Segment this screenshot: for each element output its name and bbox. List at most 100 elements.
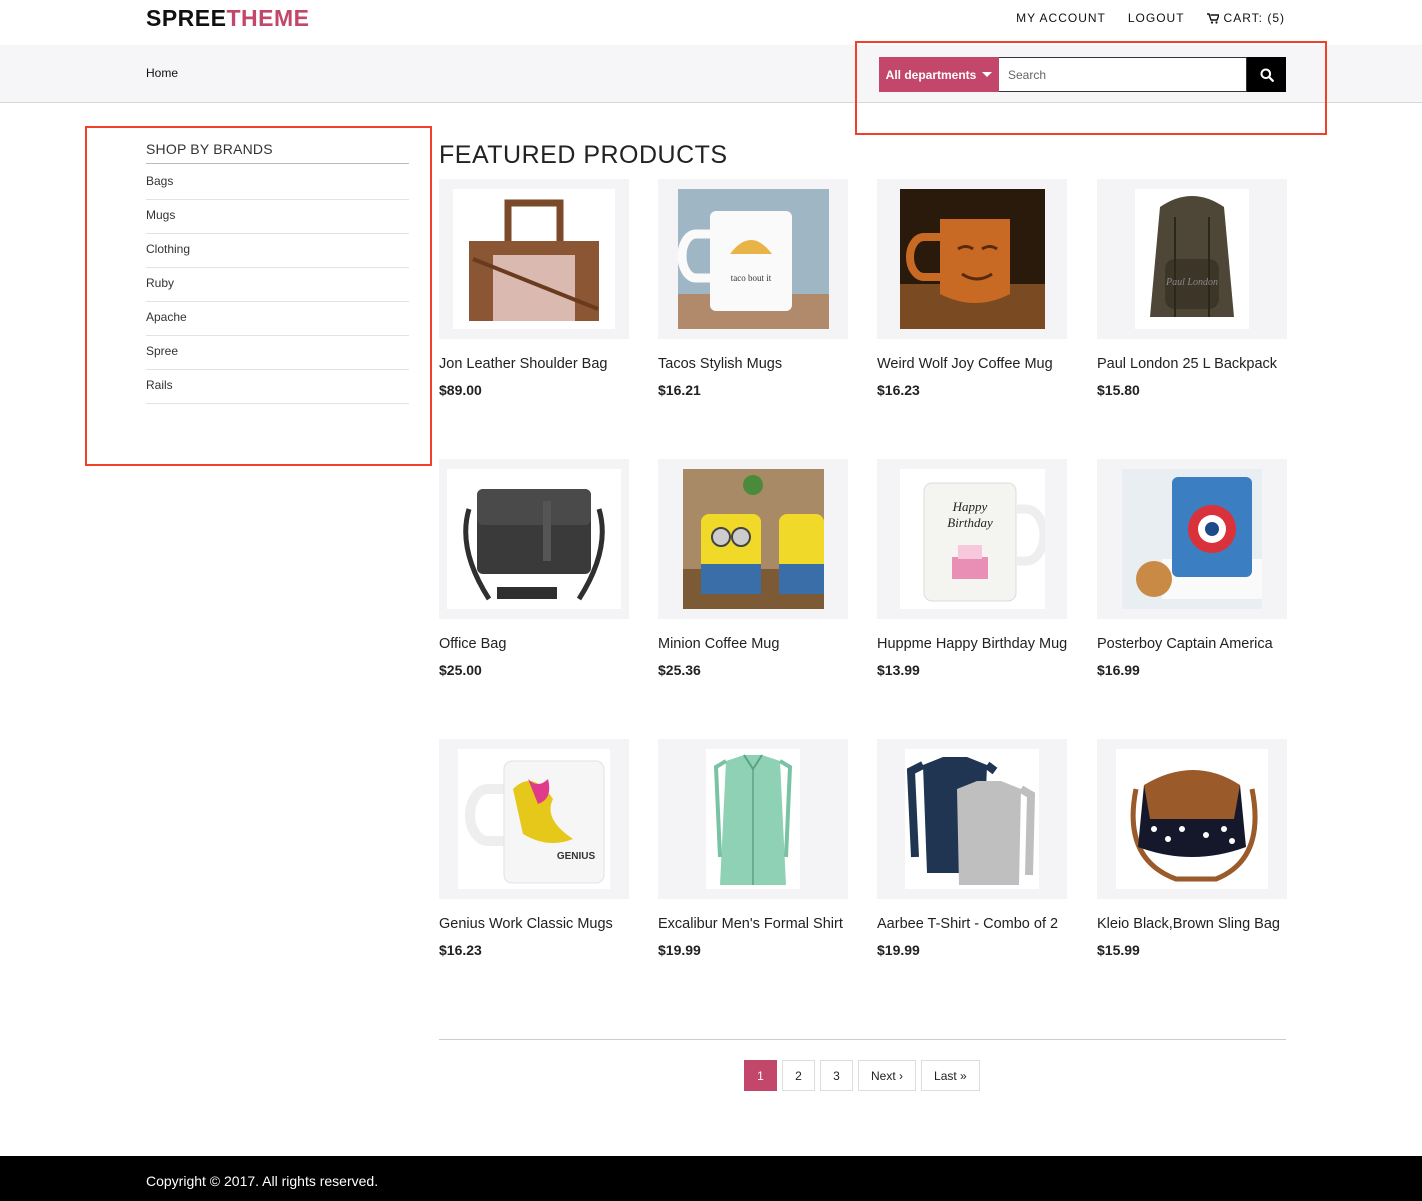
svg-text:Birthday: Birthday [947,515,993,530]
my-account-link[interactable]: MY ACCOUNT [1016,11,1106,25]
product-image[interactable] [1097,459,1287,619]
footer: Copyright © 2017. All rights reserved. [0,1156,1422,1201]
top-header: SPREETHEME MY ACCOUNT LOGOUT CART: (5) [0,0,1422,45]
product-name[interactable]: Posterboy Captain America [1097,636,1287,652]
product-image[interactable] [658,459,848,619]
messenger-bag-icon [447,469,621,609]
product-card[interactable]: Minion Coffee Mug $25.36 [658,459,848,678]
product-name[interactable]: Tacos Stylish Mugs [658,356,848,372]
product-image[interactable] [877,739,1067,899]
product-price: $25.36 [658,662,701,678]
department-dropdown[interactable]: All departments [879,57,999,92]
last-page-button[interactable]: Last » [921,1060,980,1091]
mug-icon [682,469,824,609]
svg-text:GENIUS: GENIUS [557,851,596,862]
logout-link[interactable]: LOGOUT [1128,11,1185,25]
product-card[interactable]: Jon Leather Shoulder Bag $89.00 [439,179,629,398]
brand-list: Bags Mugs Clothing Ruby Apache Spree Rai… [146,162,409,404]
mug-icon: GENIUS [458,749,610,889]
copyright-text: Copyright © 2017. All rights reserved. [146,1173,379,1189]
product-card[interactable]: Paul London Paul London 25 L Backpack $1… [1097,179,1287,398]
page-3-button[interactable]: 3 [820,1060,853,1091]
product-card[interactable]: Happy Birthday Huppme Happy Birthday Mug … [877,459,1067,678]
product-name[interactable]: Aarbee T-Shirt - Combo of 2 [877,916,1067,932]
cart-icon [1206,12,1219,24]
product-image[interactable]: Paul London [1097,179,1287,339]
product-name[interactable]: Weird Wolf Joy Coffee Mug [877,356,1067,372]
search-button[interactable] [1247,57,1286,92]
product-name[interactable]: Paul London 25 L Backpack [1097,356,1287,372]
mug-icon [899,189,1045,329]
logo-part-2: THEME [226,5,310,31]
sidebar-item-bags[interactable]: Bags [146,162,409,200]
sling-bag-icon [1116,749,1268,889]
product-price: $13.99 [877,662,920,678]
sidebar-item-mugs[interactable]: Mugs [146,196,409,234]
product-price: $16.21 [658,382,701,398]
pagination-divider [439,1039,1286,1040]
sidebar-title: SHOP BY BRANDS [146,141,409,164]
top-links: MY ACCOUNT LOGOUT CART: (5) [1016,11,1285,25]
product-card[interactable]: Posterboy Captain America $16.99 [1097,459,1287,678]
sidebar-item-clothing[interactable]: Clothing [146,230,409,268]
product-image[interactable]: Happy Birthday [877,459,1067,619]
logo-part-1: SPREE [146,5,227,31]
product-price: $16.23 [439,942,482,958]
product-price: $89.00 [439,382,482,398]
product-image[interactable] [1097,739,1287,899]
home-link[interactable]: Home [146,66,178,80]
page-2-button[interactable]: 2 [782,1060,815,1091]
sidebar-item-apache[interactable]: Apache [146,298,409,336]
product-price: $16.23 [877,382,920,398]
product-name[interactable]: Kleio Black,Brown Sling Bag [1097,916,1287,932]
product-price: $16.99 [1097,662,1140,678]
mug-icon [1122,469,1262,609]
product-image[interactable] [439,459,629,619]
product-card[interactable]: Weird Wolf Joy Coffee Mug $16.23 [877,179,1067,398]
search-bar: All departments [879,57,1286,92]
pagination: 1 2 3 Next › Last » [744,1060,980,1091]
product-price: $15.80 [1097,382,1140,398]
product-name[interactable]: Excalibur Men's Formal Shirt [658,916,848,932]
product-name[interactable]: Minion Coffee Mug [658,636,848,652]
shoulder-bag-icon [453,189,615,329]
product-name[interactable]: Genius Work Classic Mugs [439,916,629,932]
sidebar-item-spree[interactable]: Spree [146,332,409,370]
product-image[interactable]: taco bout it [658,179,848,339]
cart-link[interactable]: CART: (5) [1206,11,1285,25]
product-name[interactable]: Huppme Happy Birthday Mug [877,636,1067,652]
product-card[interactable]: Aarbee T-Shirt - Combo of 2 $19.99 [877,739,1067,958]
sidebar-item-rails[interactable]: Rails [146,366,409,404]
page-1-button[interactable]: 1 [744,1060,777,1091]
svg-text:Happy: Happy [951,499,987,514]
product-name[interactable]: Office Bag [439,636,629,652]
cart-label: CART: (5) [1223,11,1285,25]
svg-text:Paul London: Paul London [1165,277,1218,288]
nav-bar: Home All departments [0,45,1422,103]
backpack-icon: Paul London [1135,189,1249,329]
product-card[interactable]: Kleio Black,Brown Sling Bag $15.99 [1097,739,1287,958]
product-price: $19.99 [658,942,701,958]
svg-text:taco bout it: taco bout it [730,273,771,283]
product-name[interactable]: Jon Leather Shoulder Bag [439,356,629,372]
site-logo[interactable]: SPREETHEME [146,5,309,32]
search-icon [1260,68,1274,82]
sidebar-item-ruby[interactable]: Ruby [146,264,409,302]
product-image[interactable] [439,179,629,339]
product-card[interactable]: GENIUS Genius Work Classic Mugs $16.23 [439,739,629,958]
product-card[interactable]: Office Bag $25.00 [439,459,629,678]
product-image[interactable] [658,739,848,899]
search-input[interactable] [999,57,1247,92]
mug-icon: taco bout it [677,189,829,329]
product-card[interactable]: Excalibur Men's Formal Shirt $19.99 [658,739,848,958]
product-card[interactable]: taco bout it Tacos Stylish Mugs $16.21 [658,179,848,398]
product-image[interactable] [877,179,1067,339]
brands-sidebar: SHOP BY BRANDS Bags Mugs Clothing Ruby A… [146,141,409,404]
page-title: FEATURED PRODUCTS [439,141,728,169]
product-price: $25.00 [439,662,482,678]
product-image[interactable]: GENIUS [439,739,629,899]
next-page-button[interactable]: Next › [858,1060,917,1091]
department-label: All departments [885,67,977,82]
caret-down-icon [982,72,993,77]
t-shirt-icon [905,749,1039,889]
